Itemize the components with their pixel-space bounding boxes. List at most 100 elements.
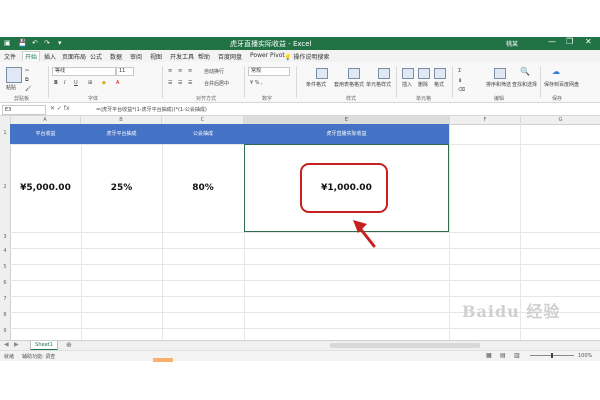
format-painter-icon[interactable]: 🖌 [25,86,31,92]
table-format-button[interactable]: 套用表格格式 [334,81,364,88]
baidu-cloud-icon[interactable]: ☁ [552,67,560,76]
tab-review[interactable]: 审阅 [130,52,142,61]
autosave-icon[interactable]: ▣ [4,39,11,47]
merge-center-button[interactable]: 合并后居中 [204,80,229,87]
sheet-nav-left-icon[interactable]: ◀ [4,341,9,348]
tab-insert[interactable]: 插入 [44,52,56,61]
zoom-slider-handle[interactable] [551,353,553,358]
page-break-view-icon[interactable]: ▥ [514,352,520,359]
cell-guild-cut[interactable]: 80% [162,144,244,232]
row-header[interactable]: 9 [0,328,10,334]
save-icon[interactable]: 💾 [18,39,27,47]
font-color-icon[interactable]: A [116,80,119,86]
copy-icon[interactable]: ⧉ [25,77,29,83]
sort-filter-icon[interactable] [494,68,506,79]
delete-cells-icon[interactable] [418,68,430,79]
save-to-baidu-button[interactable]: 保存到百度网盘 [544,81,579,88]
horizontal-scrollbar[interactable] [330,343,480,348]
header-cell-platform-cut[interactable]: 虎牙平台抽成 [81,124,162,144]
cell-style-icon[interactable] [378,68,390,79]
tab-page-layout[interactable]: 页面布局 [62,52,86,61]
align-top-icon[interactable]: ≡ [168,68,172,74]
conditional-format-icon[interactable] [316,68,328,79]
cut-icon[interactable]: ✂ [25,68,29,74]
tab-home[interactable]: 开始 [22,51,41,61]
cell-platform-revenue[interactable]: ¥5,000.00 [10,144,81,232]
row-header[interactable]: 8 [0,312,10,318]
user-name[interactable]: 桃某 [506,39,518,48]
name-box[interactable]: E3 [2,105,46,115]
tell-me-search[interactable]: 💡 操作说明搜索 [284,52,329,61]
row-header[interactable]: 4 [0,248,10,254]
align-center-icon[interactable]: ☰ [178,80,182,86]
column-header-f[interactable]: F [450,116,521,124]
font-size-select[interactable]: 11 [116,67,134,76]
normal-view-icon[interactable]: ▦ [486,352,492,359]
insert-cells-icon[interactable] [402,68,414,79]
sheet-nav-right-icon[interactable]: ▶ [14,341,19,348]
add-sheet-icon[interactable]: ⊕ [66,341,72,349]
zoom-level[interactable]: 100% [578,353,592,359]
quick-access-icon[interactable]: ▾ [58,39,62,47]
page-layout-view-icon[interactable]: ▤ [500,352,506,359]
header-cell-actual-revenue[interactable]: 虎牙直播实际收益 [244,124,449,144]
currency-icon[interactable]: ¥ % , [250,80,263,86]
insert-cells-button[interactable]: 插入 [402,81,412,88]
delete-cells-button[interactable]: 删除 [418,81,428,88]
sort-filter-button[interactable]: 排序和筛选 [486,81,511,88]
column-header-a[interactable]: A [10,116,81,124]
table-format-icon[interactable] [348,68,360,79]
font-name-select[interactable]: 等线 [52,67,116,76]
tab-file[interactable]: 文件 [4,52,16,61]
border-icon[interactable]: ⊞ [88,80,92,86]
column-header-c[interactable]: C [162,116,244,124]
autosum-icon[interactable]: Σ [458,68,461,74]
format-cells-icon[interactable] [434,68,446,79]
row-header[interactable]: 1 [0,130,10,136]
italic-button[interactable]: I [64,80,65,86]
find-icon[interactable]: 🔍 [520,67,530,76]
redo-icon[interactable]: ↷ [44,39,50,47]
column-header-e[interactable]: E [244,116,450,124]
close-button[interactable]: ✕ [585,37,592,46]
formula-input[interactable]: =(虎牙平台收益*(1-虎牙平台抽成))*(1-公会抽成) [96,106,207,113]
tab-data[interactable]: 数据 [110,52,122,61]
tab-power-pivot[interactable]: Power Pivot [250,52,285,59]
tab-formulas[interactable]: 公式 [90,52,102,61]
cell-style-button[interactable]: 单元格样式 [366,81,391,88]
paste-button[interactable]: 粘贴 [6,84,16,91]
align-middle-icon[interactable]: ≡ [178,68,182,74]
wrap-text-button[interactable]: 自动换行 [204,68,224,75]
column-header-g[interactable]: G [521,116,600,124]
fill-color-icon[interactable]: ◆ [102,80,106,86]
header-cell-guild-cut[interactable]: 公会抽成 [162,124,244,144]
align-left-icon[interactable]: ☰ [168,80,172,86]
formula-icons[interactable]: ✕ ✓ fx [50,105,70,112]
row-header[interactable]: 6 [0,280,10,286]
number-format-select[interactable]: 常规 [248,67,290,76]
row-header[interactable]: 3 [0,234,10,240]
format-cells-button[interactable]: 格式 [434,81,444,88]
tab-view[interactable]: 视图 [150,52,162,61]
underline-button[interactable]: U [74,80,78,86]
cell-platform-cut[interactable]: 25% [81,144,162,232]
find-select-button[interactable]: 查找和选择 [512,81,537,88]
row-header[interactable]: 2 [0,184,10,190]
align-right-icon[interactable]: ☰ [188,80,192,86]
tab-help[interactable]: 帮助 [198,52,210,61]
conditional-format-button[interactable]: 条件格式 [306,81,326,88]
tab-developer[interactable]: 开发工具 [170,52,194,61]
minimize-button[interactable]: — [548,37,556,46]
paste-icon[interactable] [6,67,22,83]
header-cell-platform-revenue[interactable]: 平台收益 [10,124,81,144]
fill-icon[interactable]: ⬇ [458,78,462,84]
clear-icon[interactable]: ⌫ [458,87,465,93]
align-bottom-icon[interactable]: ≡ [188,68,192,74]
column-header-b[interactable]: B [81,116,162,124]
row-header[interactable]: 5 [0,264,10,270]
undo-icon[interactable]: ↶ [32,39,38,47]
restore-button[interactable]: ❐ [566,37,573,46]
status-accessibility[interactable]: 辅助功能: 调查 [22,353,55,360]
bold-button[interactable]: B [54,80,58,86]
row-header[interactable]: 7 [0,296,10,302]
